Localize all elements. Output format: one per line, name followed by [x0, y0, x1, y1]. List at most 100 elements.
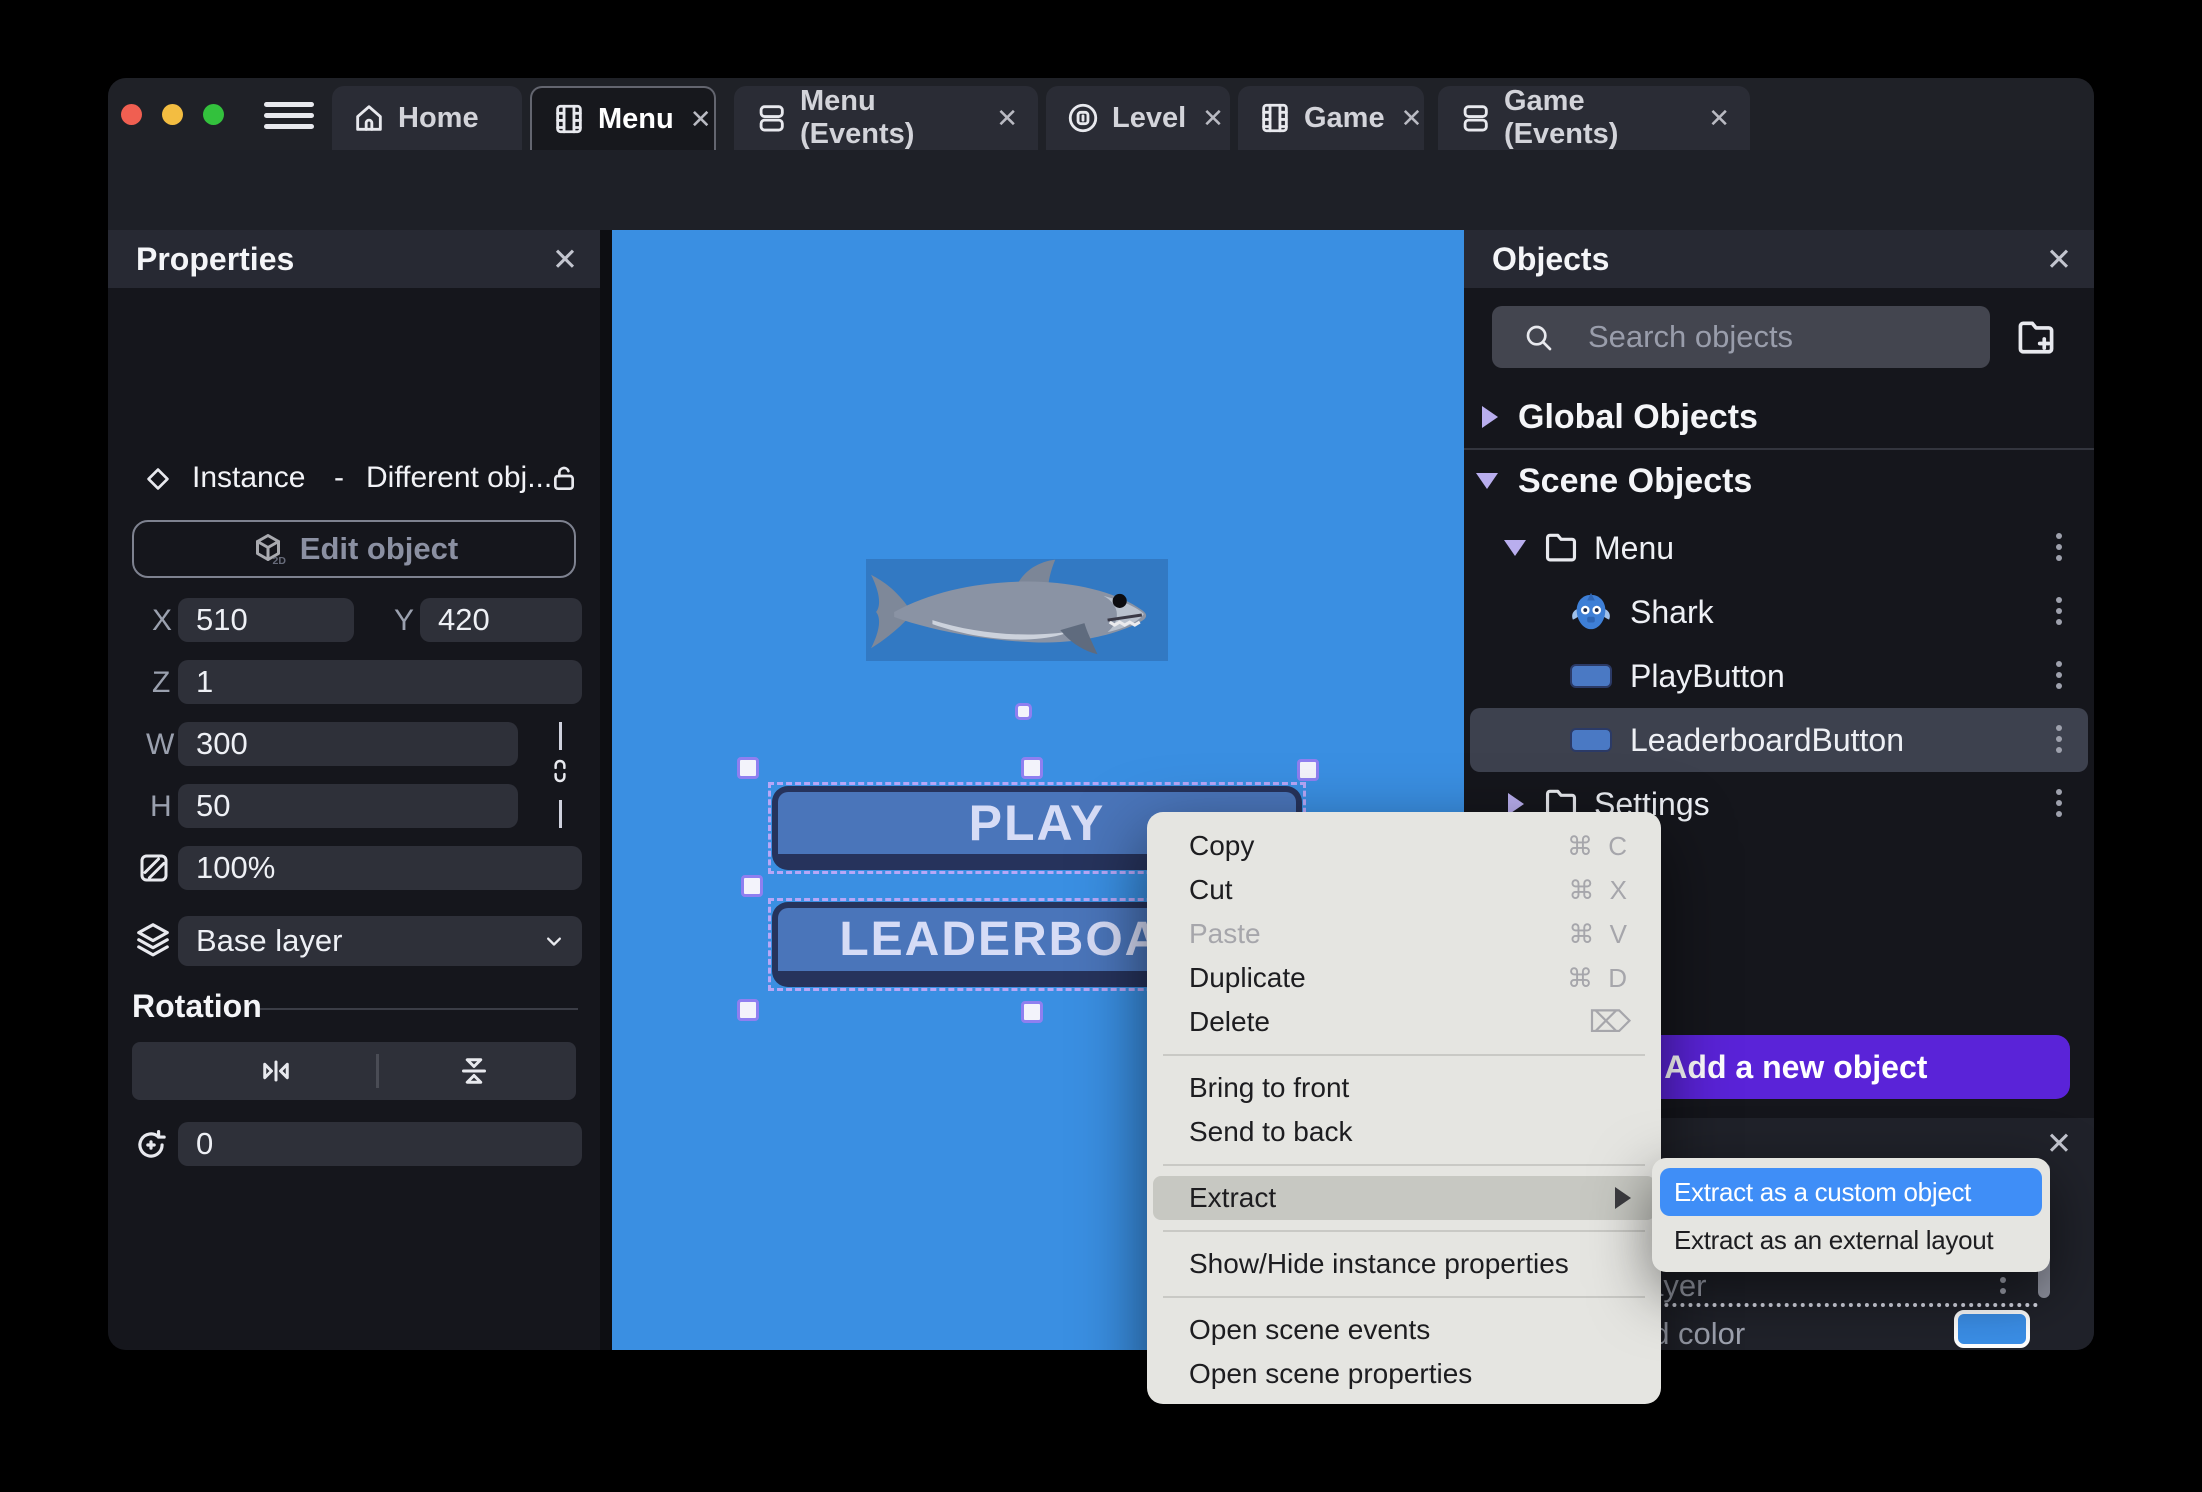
edit-object-button[interactable]: 2D Edit object: [132, 520, 576, 578]
tree-item-label: LeaderboardButton: [1630, 722, 1904, 758]
edit-object-label: Edit object: [299, 531, 459, 566]
x-label: X: [152, 604, 173, 637]
tree-item-leaderboardbutton[interactable]: LeaderboardButton: [1464, 708, 2094, 772]
shark-thumbnail: [1572, 592, 1610, 630]
tab-label: Menu: [598, 102, 674, 135]
layer-select[interactable]: Base layer: [178, 916, 582, 966]
unlock-icon[interactable]: [548, 462, 580, 494]
opacity-icon: [140, 854, 168, 882]
search-input[interactable]: [1588, 306, 1978, 368]
close-icon[interactable]: ✕: [2046, 1126, 2072, 1162]
h-field[interactable]: [178, 784, 518, 828]
tab-label: Menu (Events): [800, 85, 915, 150]
shark-image: [871, 559, 1147, 655]
tree-item-playbutton[interactable]: PlayButton: [1464, 644, 2094, 708]
menu-item-send-to-back[interactable]: Send to back: [1147, 1110, 1661, 1154]
menu-item-copy[interactable]: Copy ⌘ C: [1147, 824, 1661, 868]
close-icon[interactable]: ✕: [2046, 242, 2072, 278]
tree-item-menu-folder[interactable]: Menu: [1464, 516, 2094, 580]
film-icon: [1262, 103, 1288, 133]
traffic-zoom-button[interactable]: [203, 104, 224, 125]
diamond-icon: [147, 468, 169, 490]
link-line: [559, 722, 562, 750]
home-icon: [356, 105, 382, 131]
selection-handle-top-center[interactable]: [1021, 757, 1043, 779]
menu-item-delete[interactable]: Delete ⌦: [1147, 1000, 1661, 1044]
flip-toolbar: [132, 1042, 576, 1100]
tab-close-icon[interactable]: ✕: [996, 103, 1018, 134]
flip-horizontal-icon[interactable]: [256, 1053, 296, 1089]
submenu-arrow-icon: [1615, 1187, 1631, 1209]
section-global-objects[interactable]: Global Objects: [1464, 394, 2094, 440]
tab-game[interactable]: Game ✕: [1238, 86, 1424, 150]
tab-close-icon[interactable]: ✕: [690, 104, 712, 135]
tab-menu[interactable]: Menu ✕: [530, 86, 716, 150]
tree-item-label: Shark: [1630, 594, 1714, 630]
y-field[interactable]: [420, 598, 582, 642]
menu-divider: [1163, 1230, 1645, 1232]
origin-point-handle[interactable]: [1015, 703, 1032, 720]
selection-handle-top-left[interactable]: [737, 757, 759, 779]
menu-item-open-scene-properties[interactable]: Open scene properties: [1147, 1352, 1661, 1396]
kebab-menu-icon[interactable]: [2056, 533, 2064, 566]
menu-item-bring-to-front[interactable]: Bring to front: [1147, 1066, 1661, 1110]
flip-vertical-icon[interactable]: [454, 1053, 494, 1089]
shark-sprite[interactable]: [866, 559, 1168, 661]
rotation-field[interactable]: [178, 1122, 582, 1166]
level-icon: [1068, 103, 1098, 133]
w-field[interactable]: [178, 722, 518, 766]
shortcut: ⌘ C: [1567, 830, 1631, 861]
hamburger-menu-icon[interactable]: [264, 100, 314, 130]
search-box: [1492, 306, 1990, 368]
tab-menu-events[interactable]: Menu (Events) ✕: [734, 85, 1038, 150]
caret-down-icon[interactable]: [1504, 540, 1526, 556]
menu-item-cut[interactable]: Cut ⌘ X: [1147, 868, 1661, 912]
selection-handle-bottom-center[interactable]: [1021, 1001, 1043, 1023]
events-icon: [759, 105, 784, 132]
objects-header: Objects ✕: [1464, 230, 2094, 288]
layer-select-value: Base layer: [196, 923, 343, 958]
tab-game-events[interactable]: Game (Events) ✕: [1438, 85, 1750, 150]
submenu-item-extract-external-layout[interactable]: Extract as an external layout: [1660, 1216, 2042, 1264]
tree-item-shark[interactable]: Shark: [1464, 580, 2094, 644]
kebab-menu-icon[interactable]: [2056, 597, 2064, 630]
link-wh-icon[interactable]: [545, 756, 575, 786]
cube-2d-icon: 2D: [255, 534, 286, 567]
h-label: H: [150, 790, 172, 823]
properties-title: Properties: [136, 240, 295, 277]
menu-item-show-hide-instance-properties[interactable]: Show/Hide instance properties: [1147, 1242, 1661, 1286]
add-new-object-label: Add a new object: [1664, 1048, 1928, 1085]
objects-title: Objects: [1492, 240, 1610, 277]
chevron-down-icon: [547, 937, 561, 946]
menu-item-duplicate[interactable]: Duplicate ⌘ D: [1147, 956, 1661, 1000]
play-button-text: PLAY: [968, 795, 1106, 851]
close-icon[interactable]: ✕: [552, 242, 578, 278]
kebab-menu-icon[interactable]: [2056, 789, 2064, 822]
opacity-field[interactable]: [178, 846, 582, 890]
z-field[interactable]: [178, 660, 582, 704]
rotation-section-line: [260, 1008, 578, 1010]
selection-handle-top-right[interactable]: [1297, 759, 1319, 781]
selection-handle-bottom-left[interactable]: [737, 999, 759, 1021]
add-folder-icon[interactable]: [2014, 316, 2058, 360]
tab-level[interactable]: Level ✕: [1046, 86, 1230, 150]
kebab-menu-icon[interactable]: [2056, 725, 2064, 758]
section-scene-objects[interactable]: Scene Objects: [1464, 458, 2094, 504]
tab-home[interactable]: Home: [332, 86, 522, 150]
tab-close-icon[interactable]: ✕: [1202, 103, 1224, 134]
traffic-close-button[interactable]: [121, 104, 142, 125]
x-field[interactable]: [178, 598, 354, 642]
background-color-swatch[interactable]: [1954, 1310, 2030, 1348]
section-label: Global Objects: [1518, 397, 1758, 436]
menu-item-extract[interactable]: Extract: [1153, 1176, 1655, 1220]
selection-handle-middle-left[interactable]: [741, 875, 763, 897]
kebab-menu-icon[interactable]: [2056, 661, 2064, 694]
traffic-minimize-button[interactable]: [162, 104, 183, 125]
tab-close-icon[interactable]: ✕: [1401, 103, 1423, 134]
submenu-item-extract-custom-object[interactable]: Extract as a custom object: [1660, 1168, 2042, 1216]
menu-item-open-scene-events[interactable]: Open scene events: [1147, 1308, 1661, 1352]
menu-item-paste[interactable]: Paste ⌘ V: [1147, 912, 1661, 956]
button-thumbnail: [1570, 728, 1612, 752]
extract-submenu: Extract as a custom object Extract as an…: [1652, 1158, 2050, 1272]
tab-close-icon[interactable]: ✕: [1708, 103, 1730, 134]
